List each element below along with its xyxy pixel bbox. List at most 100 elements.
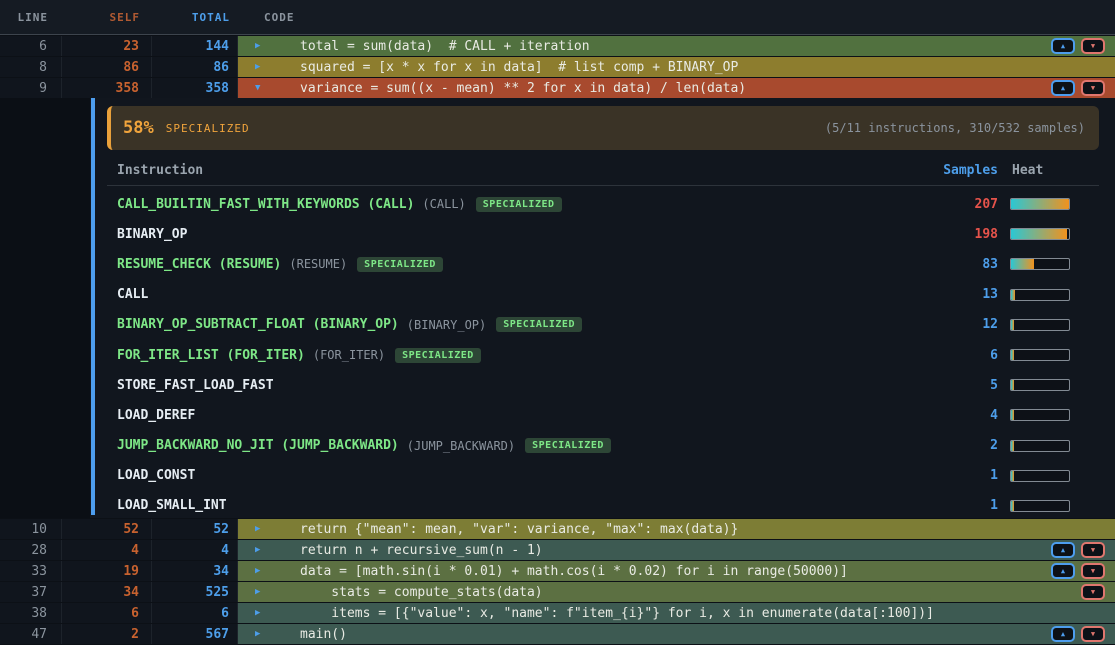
heat-bar-track	[1010, 379, 1070, 391]
move-down-button[interactable]: ▼	[1081, 584, 1105, 600]
code-cell[interactable]: ▶ items = [{"value": x, "name": f"item_{…	[238, 603, 1115, 623]
code-cell[interactable]: ▶ main() ▲ ▼	[238, 624, 1115, 644]
heat-bar-track	[1010, 470, 1070, 482]
move-down-button[interactable]: ▼	[1081, 626, 1105, 642]
col-header-instruction[interactable]: Instruction	[117, 163, 936, 178]
move-down-button[interactable]: ▼	[1081, 38, 1105, 54]
heat-bar-fill	[1011, 410, 1014, 420]
move-up-button[interactable]: ▲	[1051, 542, 1075, 558]
top-code-rows: 6 23 144 ▶ total = sum(data) # CALL + it…	[0, 36, 1115, 98]
heat-bar-fill	[1011, 501, 1014, 511]
instruction-table: Instruction Samples Heat CALL_BUILTIN_FA…	[107, 155, 1099, 518]
code-cell[interactable]: ▶ return n + recursive_sum(n - 1) ▲ ▼	[238, 540, 1115, 560]
instruction-name: RESUME_CHECK (RESUME)	[117, 257, 281, 272]
heat-bar-track	[1010, 409, 1070, 421]
move-up-button[interactable]: ▲	[1051, 80, 1075, 96]
instruction-name-cell: RESUME_CHECK (RESUME) (RESUME) SPECIALIZ…	[117, 257, 936, 272]
expand-triangle-icon[interactable]: ▶	[255, 545, 267, 555]
self-samples-cell: 19	[62, 561, 152, 581]
samples-value: 2	[936, 438, 998, 453]
instruction-name-cell: CALL_BUILTIN_FAST_WITH_KEYWORDS (CALL) (…	[117, 197, 936, 212]
move-down-button[interactable]: ▼	[1081, 542, 1105, 558]
specialized-badge: SPECIALIZED	[357, 257, 443, 272]
code-text: variance = sum((x - mean) ** 2 for x in …	[300, 81, 1051, 96]
base-instruction-name: (BINARY_OP)	[407, 318, 486, 332]
heat-bar-track	[1010, 198, 1070, 210]
move-down-button[interactable]: ▼	[1081, 563, 1105, 579]
instruction-table-header: Instruction Samples Heat	[107, 155, 1099, 186]
code-text: items = [{"value": x, "name": f"item_{i}…	[300, 606, 1105, 621]
instruction-name: CALL_BUILTIN_FAST_WITH_KEYWORDS (CALL)	[117, 197, 414, 212]
row-buttons: ▲ ▼	[1051, 38, 1105, 54]
heat-bar-fill	[1011, 199, 1069, 209]
samples-value: 198	[936, 227, 998, 242]
instruction-row: RESUME_CHECK (RESUME) (RESUME) SPECIALIZ…	[107, 249, 1099, 279]
expand-triangle-icon[interactable]: ▶	[255, 524, 267, 534]
code-row: 28 4 4 ▶ return n + recursive_sum(n - 1)…	[0, 540, 1115, 560]
total-samples-cell: 34	[152, 561, 238, 581]
samples-value: 5	[936, 378, 998, 393]
specialized-badge: SPECIALIZED	[496, 317, 582, 332]
instruction-rows: CALL_BUILTIN_FAST_WITH_KEYWORDS (CALL) (…	[107, 186, 1099, 518]
self-samples-cell: 52	[62, 519, 152, 539]
total-samples-cell: 52	[152, 519, 238, 539]
col-header-total[interactable]: TOTAL	[152, 11, 238, 24]
instruction-name-cell: FOR_ITER_LIST (FOR_ITER) (FOR_ITER) SPEC…	[117, 348, 936, 363]
code-row: 38 6 6 ▶ items = [{"value": x, "name": f…	[0, 603, 1115, 623]
code-text: stats = compute_stats(data)	[300, 585, 1081, 600]
expand-triangle-icon[interactable]: ▶	[255, 41, 267, 51]
samples-value: 12	[936, 317, 998, 332]
heat-cell	[1010, 319, 1099, 331]
move-up-button[interactable]: ▲	[1051, 563, 1075, 579]
total-samples-cell: 358	[152, 78, 238, 98]
heat-bar-track	[1010, 440, 1070, 452]
code-cell[interactable]: ▶ data = [math.sin(i * 0.01) + math.cos(…	[238, 561, 1115, 581]
code-text: return {"mean": mean, "var": variance, "…	[300, 522, 1105, 537]
line-number-cell: 37	[0, 582, 62, 602]
code-text: main()	[300, 627, 1051, 642]
heat-bar-fill	[1011, 441, 1014, 451]
col-header-self[interactable]: SELF	[62, 11, 152, 24]
expand-triangle-icon[interactable]: ▶	[255, 629, 267, 639]
row-buttons: ▲ ▼	[1081, 584, 1105, 600]
expand-triangle-icon[interactable]: ▼	[255, 83, 267, 93]
samples-value: 207	[936, 197, 998, 212]
line-number-cell: 8	[0, 57, 62, 77]
code-cell[interactable]: ▼ variance = sum((x - mean) ** 2 for x i…	[238, 78, 1115, 98]
code-text: squared = [x * x for x in data] # list c…	[300, 60, 1105, 75]
samples-value: 4	[936, 408, 998, 423]
total-samples-cell: 144	[152, 36, 238, 56]
specialized-label: SPECIALIZED	[166, 122, 250, 135]
move-up-button[interactable]: ▲	[1051, 38, 1075, 54]
heat-bar-fill	[1011, 290, 1015, 300]
expand-triangle-icon[interactable]: ▶	[255, 608, 267, 618]
col-header-heat[interactable]: Heat	[1010, 163, 1099, 178]
self-samples-cell: 6	[62, 603, 152, 623]
move-up-button[interactable]: ▲	[1051, 626, 1075, 642]
col-header-samples[interactable]: Samples	[936, 163, 998, 178]
heat-cell	[1010, 198, 1099, 210]
instruction-name-cell: BINARY_OP_SUBTRACT_FLOAT (BINARY_OP) (BI…	[117, 317, 936, 332]
heat-cell	[1010, 289, 1099, 301]
code-cell[interactable]: ▶ total = sum(data) # CALL + iteration ▲…	[238, 36, 1115, 56]
code-cell[interactable]: ▶ stats = compute_stats(data) ▲ ▼	[238, 582, 1115, 602]
heat-cell	[1010, 349, 1099, 361]
expand-triangle-icon[interactable]: ▶	[255, 587, 267, 597]
expand-triangle-icon[interactable]: ▶	[255, 566, 267, 576]
heat-cell	[1010, 440, 1099, 452]
self-samples-cell: 23	[62, 36, 152, 56]
heat-cell	[1010, 228, 1099, 240]
code-row: 37 34 525 ▶ stats = compute_stats(data) …	[0, 582, 1115, 602]
instruction-row: STORE_FAST_LOAD_FAST 5	[107, 370, 1099, 400]
expand-triangle-icon[interactable]: ▶	[255, 62, 267, 72]
total-samples-cell: 86	[152, 57, 238, 77]
line-number-cell: 33	[0, 561, 62, 581]
line-number-cell: 38	[0, 603, 62, 623]
panel-content: 58% SPECIALIZED (5/11 instructions, 310/…	[90, 98, 1115, 518]
code-cell[interactable]: ▶ return {"mean": mean, "var": variance,…	[238, 519, 1115, 539]
move-down-button[interactable]: ▼	[1081, 80, 1105, 96]
line-number-cell: 47	[0, 624, 62, 644]
code-cell[interactable]: ▶ squared = [x * x for x in data] # list…	[238, 57, 1115, 77]
base-instruction-name: (FOR_ITER)	[313, 348, 385, 362]
instruction-row: CALL 13	[107, 280, 1099, 310]
